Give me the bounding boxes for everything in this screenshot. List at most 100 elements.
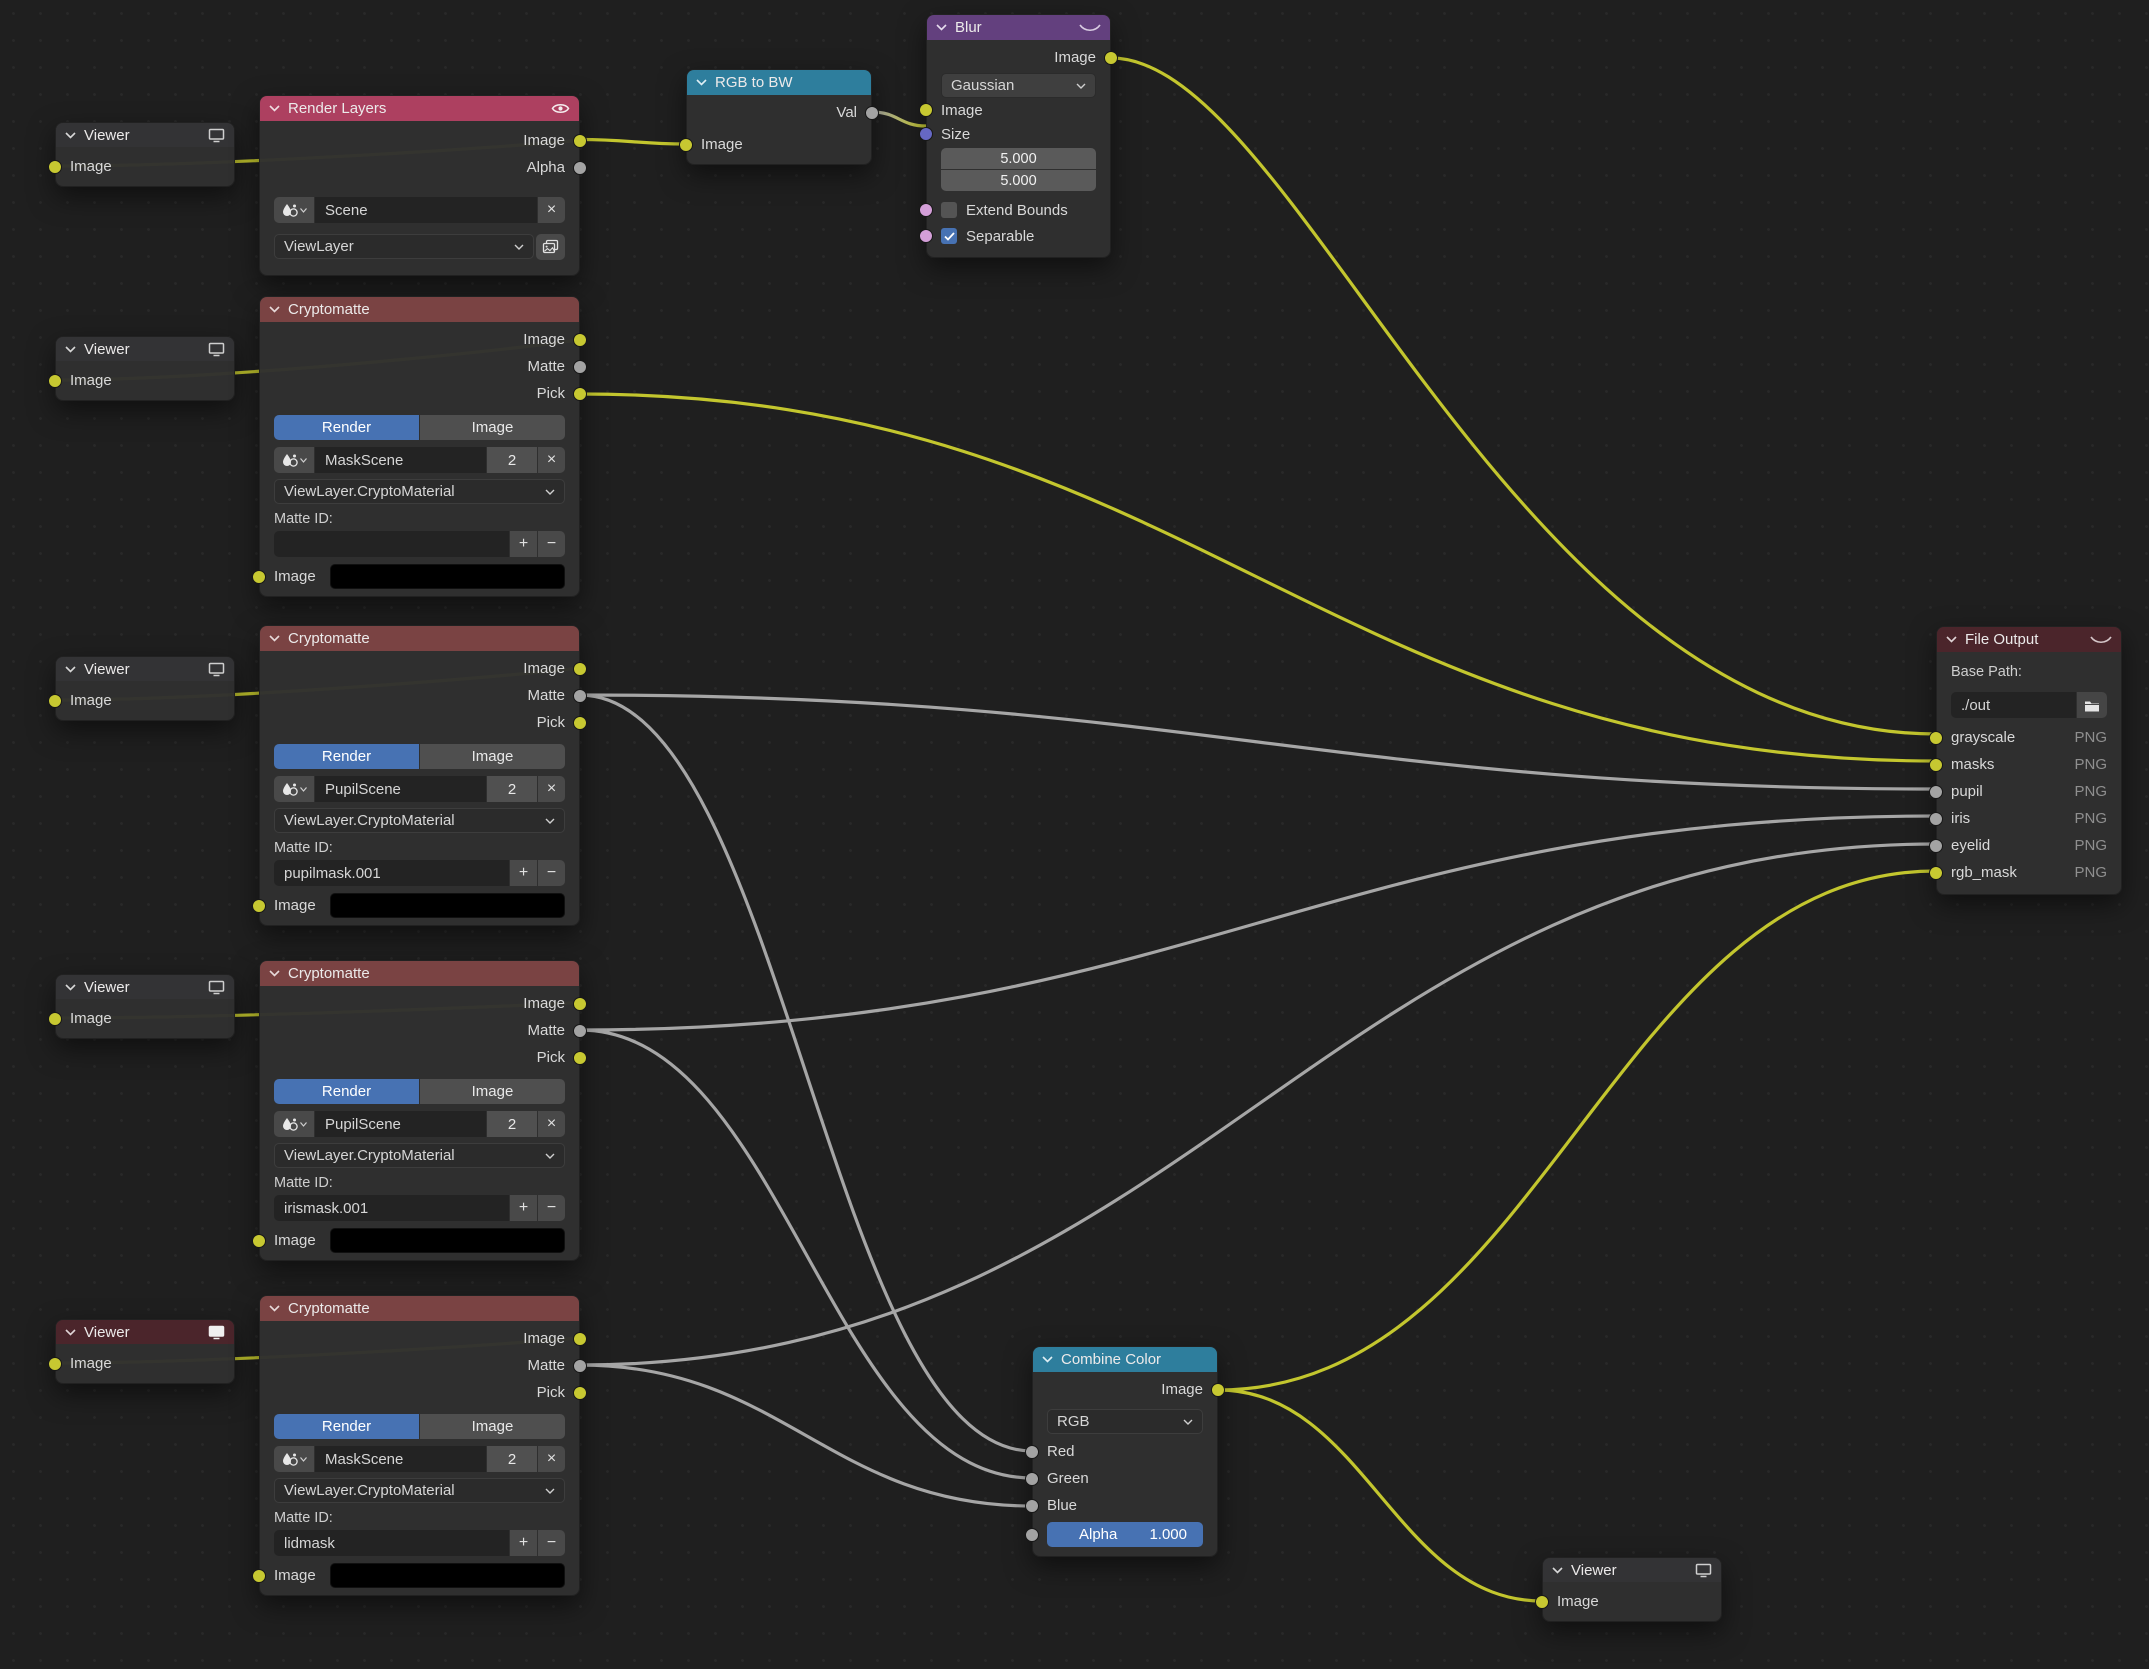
image-color-swatch[interactable] <box>330 893 565 918</box>
node-header[interactable]: Blur <box>927 15 1110 40</box>
collapse-chevron-icon[interactable] <box>65 984 76 991</box>
image-toggle-button[interactable]: Image <box>420 1079 565 1104</box>
unlink-scene-button[interactable]: × <box>538 1111 565 1137</box>
scene-picker-button[interactable] <box>274 1446 314 1472</box>
scene-name-field[interactable]: PupilScene <box>315 1111 486 1137</box>
collapse-chevron-icon[interactable] <box>65 1329 76 1336</box>
wire-crypto1pick-to-masks[interactable] <box>580 394 1936 761</box>
viewer-node-4[interactable]: Viewer Image <box>55 974 235 1039</box>
crypto-layer-dropdown[interactable]: ViewLayer.CryptoMaterial <box>274 1143 565 1168</box>
matte-id-field[interactable]: irismask.001 <box>274 1195 509 1221</box>
image-input-socket[interactable] <box>48 374 62 388</box>
alpha-slider[interactable]: Alpha 1.000 <box>1047 1522 1203 1547</box>
add-matte-button[interactable]: + <box>510 1530 537 1556</box>
scene-name-field[interactable]: MaskScene <box>315 1446 486 1472</box>
wire-crypto3matte-to-green[interactable] <box>580 1030 1032 1478</box>
viewer-node-2[interactable]: Viewer Image <box>55 336 235 401</box>
crypto-layer-dropdown[interactable]: ViewLayer.CryptoMaterial <box>274 1478 565 1503</box>
image-output-socket[interactable] <box>1104 51 1118 65</box>
render-toggle-button[interactable]: Render <box>274 415 419 440</box>
image-toggle-button[interactable]: Image <box>420 415 565 440</box>
node-header[interactable]: Cryptomatte <box>260 297 579 322</box>
matte-id-field[interactable] <box>274 531 509 557</box>
image-input-socket[interactable] <box>48 694 62 708</box>
scene-name-field[interactable]: MaskScene <box>315 447 486 473</box>
matte-output-socket[interactable] <box>573 1359 587 1373</box>
node-header[interactable]: File Output <box>1937 627 2121 652</box>
image-toggle-button[interactable]: Image <box>420 1414 565 1439</box>
render-toggle-button[interactable]: Render <box>274 1079 419 1104</box>
viewer-node-6[interactable]: Viewer Image <box>1542 1557 1722 1622</box>
collapse-chevron-icon[interactable] <box>269 1305 280 1312</box>
pick-output-socket[interactable] <box>573 1386 587 1400</box>
crypto-layer-dropdown[interactable]: ViewLayer.CryptoMaterial <box>274 808 565 833</box>
image-input-socket[interactable] <box>48 1357 62 1371</box>
collapse-chevron-icon[interactable] <box>269 970 280 977</box>
node-header[interactable]: Cryptomatte <box>260 626 579 651</box>
collapse-chevron-icon[interactable] <box>269 306 280 313</box>
viewer-node-5-active[interactable]: Viewer Image <box>55 1319 235 1384</box>
remove-matte-button[interactable]: − <box>538 860 565 886</box>
image-input-socket[interactable] <box>252 1569 266 1583</box>
wire-crypto4matte-to-blue[interactable] <box>580 1365 1032 1506</box>
grayscale-input-socket[interactable] <box>1929 731 1943 745</box>
separable-socket[interactable] <box>919 229 933 243</box>
wire-crypto3matte-to-iris[interactable] <box>580 816 1936 1030</box>
wire-renderlayers-to-rgbtobw[interactable] <box>580 140 686 145</box>
collapse-chevron-icon[interactable] <box>1946 636 1957 643</box>
wire-combinecolor-to-rgbmask[interactable] <box>1218 871 1936 1390</box>
wire-blur-to-grayscale[interactable] <box>1111 58 1936 734</box>
image-input-socket[interactable] <box>252 1234 266 1248</box>
matte-output-socket[interactable] <box>573 689 587 703</box>
new-view-layer-button[interactable] <box>536 234 565 260</box>
add-matte-button[interactable]: + <box>510 860 537 886</box>
size-x-field[interactable]: 5.000 <box>941 148 1096 169</box>
node-header[interactable]: Combine Color <box>1033 1347 1217 1372</box>
image-output-socket[interactable] <box>573 662 587 676</box>
add-matte-button[interactable]: + <box>510 1195 537 1221</box>
image-output-socket[interactable] <box>1211 1383 1225 1397</box>
add-matte-button[interactable]: + <box>510 531 537 557</box>
node-header[interactable]: Cryptomatte <box>260 961 579 986</box>
user-count-badge[interactable]: 2 <box>487 1111 537 1137</box>
collapse-chevron-icon[interactable] <box>269 105 280 112</box>
blue-input-socket[interactable] <box>1025 1499 1039 1513</box>
render-toggle-button[interactable]: Render <box>274 744 419 769</box>
image-output-socket[interactable] <box>573 333 587 347</box>
cryptomatte-node-2[interactable]: Cryptomatte Image Matte Pick Render Imag… <box>259 625 580 926</box>
image-output-socket[interactable] <box>573 134 587 148</box>
node-editor-canvas[interactable]: { "nodes": { "viewer1": {"title": "Viewe… <box>0 0 2149 1669</box>
node-header[interactable]: Render Layers <box>260 96 579 121</box>
alpha-output-socket[interactable] <box>573 161 587 175</box>
unlink-scene-button[interactable]: × <box>538 447 565 473</box>
pick-output-socket[interactable] <box>573 387 587 401</box>
image-color-swatch[interactable] <box>330 564 565 589</box>
separable-checkbox[interactable] <box>941 228 957 244</box>
viewer-node-3[interactable]: Viewer Image <box>55 656 235 721</box>
node-header[interactable]: Viewer <box>56 123 234 147</box>
image-input-socket[interactable] <box>48 160 62 174</box>
size-input-socket[interactable] <box>919 127 933 141</box>
scene-name-field[interactable]: PupilScene <box>315 776 486 802</box>
masks-input-socket[interactable] <box>1929 758 1943 772</box>
image-input-socket[interactable] <box>919 103 933 117</box>
image-input-socket[interactable] <box>679 138 693 152</box>
collapse-chevron-icon[interactable] <box>696 79 707 86</box>
image-input-socket[interactable] <box>48 1012 62 1026</box>
image-input-socket[interactable] <box>1535 1595 1549 1609</box>
user-count-badge[interactable]: 2 <box>487 1446 537 1472</box>
image-color-swatch[interactable] <box>330 1228 565 1253</box>
val-output-socket[interactable] <box>865 106 879 120</box>
filter-type-dropdown[interactable]: Gaussian <box>941 73 1096 98</box>
matte-id-field[interactable]: lidmask <box>274 1530 509 1556</box>
view-layer-dropdown[interactable]: ViewLayer <box>274 234 534 259</box>
base-path-field[interactable]: ./out <box>1951 692 2076 718</box>
collapse-chevron-icon[interactable] <box>65 346 76 353</box>
node-header[interactable]: Cryptomatte <box>260 1296 579 1321</box>
image-output-socket[interactable] <box>573 1332 587 1346</box>
cryptomatte-node-4[interactable]: Cryptomatte Image Matte Pick Render Imag… <box>259 1295 580 1596</box>
rgb-to-bw-node[interactable]: RGB to BW Val Image <box>686 69 872 165</box>
render-toggle-button[interactable]: Render <box>274 1414 419 1439</box>
collapse-chevron-icon[interactable] <box>936 24 947 31</box>
extend-bounds-checkbox[interactable] <box>941 202 957 218</box>
